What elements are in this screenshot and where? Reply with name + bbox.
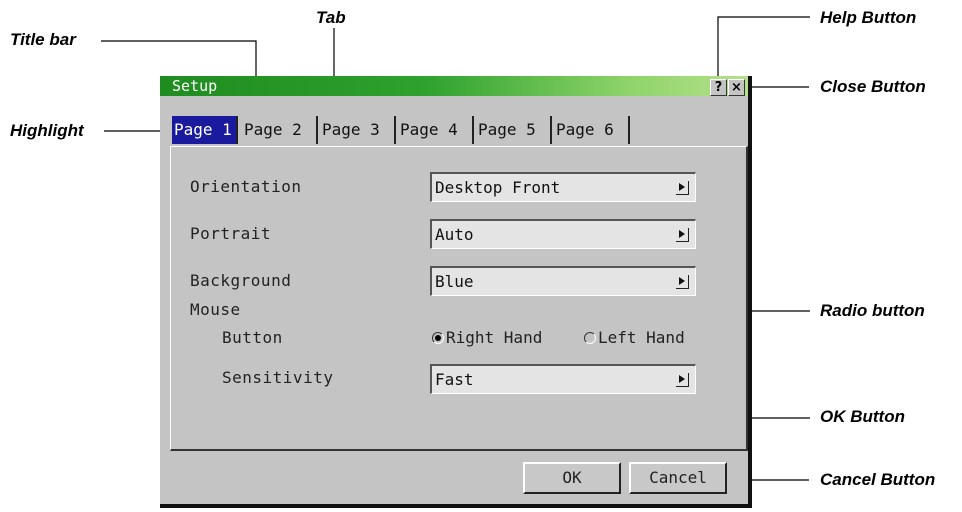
setup-dialog: Setup ? × Page 1 Page 2 Page 3 Page 4 Pa… [160,76,752,508]
help-button-leader [717,16,810,80]
right-hand-radio[interactable]: Right Hand [432,328,542,347]
radio-selected-icon[interactable] [432,332,444,344]
orientation-value: Desktop Front [435,178,561,197]
tab-page-4[interactable]: Page 4 [398,116,474,144]
tab-callout: Tab [316,8,346,27]
left-hand-radio[interactable]: Left Hand [584,328,685,347]
portrait-value: Auto [435,225,474,244]
background-select[interactable]: Blue [430,266,696,296]
portrait-label: Portrait [190,224,272,243]
background-value: Blue [435,272,474,291]
sensitivity-value: Fast [435,370,474,389]
radio-unselected-icon[interactable] [584,332,596,344]
ok-button-callout: OK Button [820,407,905,426]
sensitivity-select[interactable]: Fast [430,364,696,394]
arrow-right-icon[interactable] [676,228,689,242]
tab-page-6[interactable]: Page 6 [554,116,630,144]
dialog-title: Setup [172,77,218,95]
portrait-select[interactable]: Auto [430,219,696,249]
cancel-button[interactable]: Cancel [629,462,727,494]
close-button[interactable]: × [728,79,745,96]
tab-page-3[interactable]: Page 3 [320,116,396,144]
arrow-right-icon[interactable] [676,275,689,289]
cancel-button-callout: Cancel Button [820,470,936,489]
close-button-callout: Close Button [820,77,926,96]
orientation-select[interactable]: Desktop Front [430,172,696,202]
right-hand-label: Right Hand [446,328,543,347]
help-button[interactable]: ? [710,79,727,96]
help-button-callout: Help Button [820,8,917,27]
mouse-button-label: Button [222,328,283,347]
ok-button[interactable]: OK [523,462,621,494]
tab-page-5[interactable]: Page 5 [476,116,552,144]
radio-button-callout: Radio button [820,301,925,320]
left-hand-label: Left Hand [598,328,685,347]
tab-page-1[interactable]: Page 1 [172,116,238,144]
sensitivity-label: Sensitivity [222,368,334,387]
tab-page-2[interactable]: Page 2 [242,116,318,144]
background-label: Background [190,271,292,290]
mouse-label: Mouse [190,300,241,319]
arrow-right-icon[interactable] [676,373,689,387]
arrow-right-icon[interactable] [676,181,689,195]
title-bar-callout: Title bar [10,30,76,49]
orientation-label: Orientation [190,177,302,196]
highlight-callout: Highlight [10,121,84,140]
title-bar[interactable]: Setup ? × [160,76,748,96]
